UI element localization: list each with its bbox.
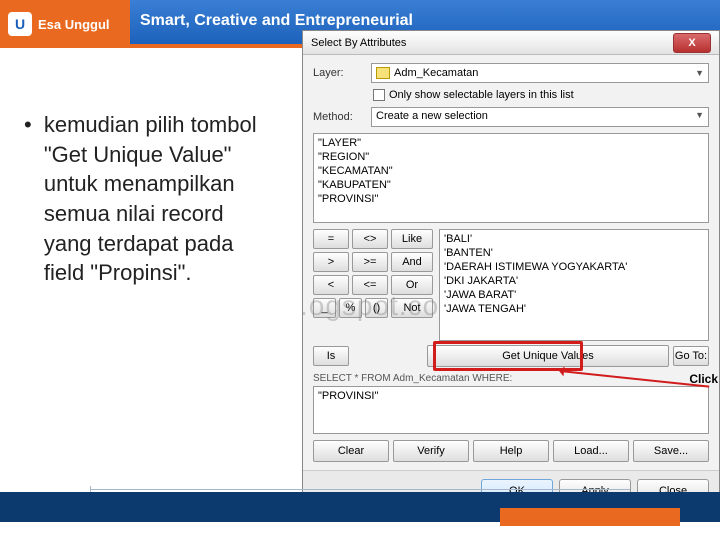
op-neq[interactable]: <>: [352, 229, 388, 249]
footer-accent: [500, 508, 680, 526]
value-item[interactable]: 'DKI JAKARTA': [444, 274, 704, 288]
field-item[interactable]: "PROVINSI": [318, 192, 704, 206]
goto-button[interactable]: Go To:: [673, 346, 709, 366]
click-label: Click: [689, 372, 718, 386]
logo-text: Esa Unggul: [38, 17, 110, 32]
logo-icon: U: [8, 12, 32, 36]
load-button[interactable]: Load...: [553, 440, 629, 462]
value-item[interactable]: 'JAWA BARAT': [444, 288, 704, 302]
op-gte[interactable]: >=: [352, 252, 388, 272]
method-label: Method:: [313, 111, 363, 123]
only-selectable-label: Only show selectable layers in this list: [389, 89, 574, 101]
footer-line: [90, 489, 630, 490]
op-lte[interactable]: <=: [352, 275, 388, 295]
dialog-title-text: Select By Attributes: [311, 37, 406, 49]
sql-text: "PROVINSI": [318, 390, 378, 402]
value-item[interactable]: 'DAERAH ISTIMEWA YOGYAKARTA': [444, 260, 704, 274]
layer-icon: [376, 67, 390, 79]
value-item[interactable]: 'BANTEN': [444, 246, 704, 260]
op-like[interactable]: Like: [391, 229, 433, 249]
value-list[interactable]: 'BALI' 'BANTEN' 'DAERAH ISTIMEWA YOGYAKA…: [439, 229, 709, 341]
sql-textarea[interactable]: "PROVINSI": [313, 386, 709, 434]
save-button[interactable]: Save...: [633, 440, 709, 462]
method-dropdown[interactable]: Create a new selection: [371, 107, 709, 127]
header-title: Smart, Creative and Entrepreneurial: [140, 12, 413, 30]
layer-label: Layer:: [313, 67, 363, 79]
bullet-icon: •: [24, 110, 32, 140]
verify-button[interactable]: Verify: [393, 440, 469, 462]
value-item[interactable]: 'BALI': [444, 232, 704, 246]
op-paren[interactable]: (): [365, 298, 388, 318]
op-and[interactable]: And: [391, 252, 433, 272]
only-selectable-checkbox[interactable]: [373, 89, 385, 101]
logo-box: U Esa Unggul: [0, 0, 130, 48]
op-eq[interactable]: =: [313, 229, 349, 249]
field-list[interactable]: "LAYER" "REGION" "KECAMATAN" "KABUPATEN"…: [313, 133, 709, 223]
layer-dropdown[interactable]: Adm_Kecamatan: [371, 63, 709, 83]
field-item[interactable]: "LAYER": [318, 136, 704, 150]
clear-button[interactable]: Clear: [313, 440, 389, 462]
op-gt[interactable]: >: [313, 252, 349, 272]
get-unique-values-button[interactable]: Get Unique Values: [427, 345, 669, 367]
op-underscore[interactable]: _: [313, 298, 336, 318]
is-button[interactable]: Is: [313, 346, 349, 366]
field-item[interactable]: "REGION": [318, 150, 704, 164]
instruction-text: • kemudian pilih tombol "Get Unique Valu…: [24, 110, 284, 288]
op-not[interactable]: Not: [391, 298, 433, 318]
op-or[interactable]: Or: [391, 275, 433, 295]
field-item[interactable]: "KECAMATAN": [318, 164, 704, 178]
instruction-body: kemudian pilih tombol "Get Unique Value"…: [44, 110, 274, 288]
value-item[interactable]: 'JAWA TENGAH': [444, 302, 704, 316]
select-by-attributes-dialog: Select By Attributes X Layer: Adm_Kecama…: [302, 30, 720, 512]
op-lt[interactable]: <: [313, 275, 349, 295]
layer-value: Adm_Kecamatan: [394, 67, 478, 79]
field-item[interactable]: "KABUPATEN": [318, 178, 704, 192]
dialog-titlebar: Select By Attributes X: [303, 31, 719, 55]
dialog-body: Layer: Adm_Kecamatan Only show selectabl…: [303, 55, 719, 470]
method-value: Create a new selection: [376, 110, 488, 122]
close-button[interactable]: X: [673, 33, 711, 53]
op-percent[interactable]: %: [339, 298, 362, 318]
help-button[interactable]: Help: [473, 440, 549, 462]
